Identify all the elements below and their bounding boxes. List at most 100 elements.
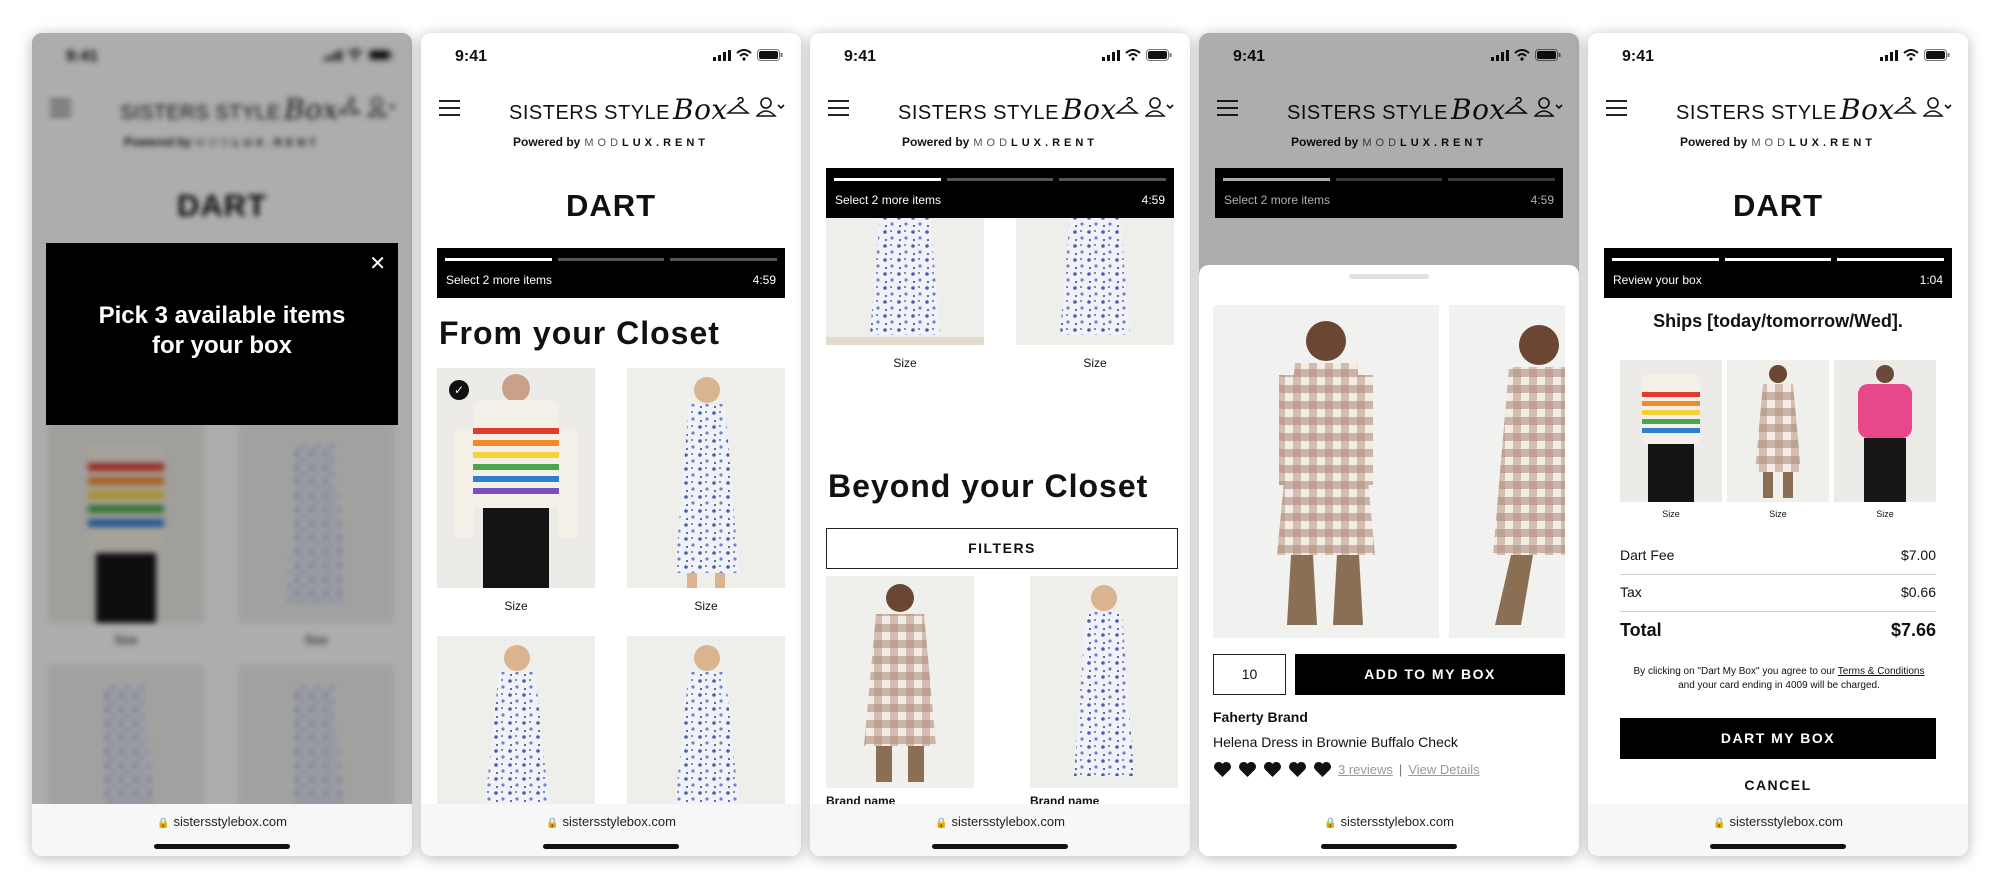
browser-url-bar[interactable]: 🔒 sistersstylebox.com [1588, 804, 1968, 856]
wifi-icon [736, 49, 752, 61]
battery-icon [757, 49, 783, 61]
total-label: Total [1620, 620, 1662, 640]
home-indicator[interactable] [932, 844, 1068, 849]
terms-suffix: and your card ending in 4009 will be cha… [1678, 680, 1880, 691]
modlux-mod: MOD [1751, 137, 1790, 149]
product-card[interactable] [627, 636, 785, 804]
product-card[interactable] [1016, 215, 1174, 345]
heart-icon [1314, 761, 1331, 778]
url-display: 🔒 sistersstylebox.com [32, 814, 412, 829]
checkmark-icon: ✓ [449, 380, 469, 400]
modlux-lux: LUX.RENT [1011, 137, 1099, 149]
lock-icon: 🔒 [935, 818, 948, 829]
menu-icon[interactable] [439, 100, 460, 116]
home-indicator[interactable] [1710, 844, 1846, 849]
fee-value: $0.66 [1900, 584, 1936, 600]
box-item-thumbnail[interactable] [1727, 360, 1829, 502]
filters-button[interactable]: FILTERS [826, 528, 1178, 569]
url-text: sistersstylebox.com [173, 814, 287, 829]
close-icon[interactable]: ✕ [369, 251, 386, 276]
hanger-icon[interactable] [1115, 97, 1139, 117]
browser-url-bar[interactable]: 🔒 sistersstylebox.com [810, 804, 1190, 856]
terms-text: By clicking on "Dart My Box" you agree t… [1630, 665, 1928, 693]
browser-url-bar[interactable]: 🔒 sistersstylebox.com [32, 804, 412, 856]
link-separator: | [1398, 762, 1403, 777]
product-card[interactable] [1030, 576, 1178, 788]
progress-segments [445, 258, 778, 261]
progress-label: Select 2 more items [835, 193, 942, 207]
account-icon[interactable] [1923, 96, 1953, 118]
box-item-thumbnail[interactable] [1620, 360, 1722, 502]
terms-link[interactable]: Terms & Conditions [1838, 666, 1925, 677]
cancel-button[interactable]: CANCEL [1588, 777, 1968, 793]
phone-screen-4: 9:41 SISTERS STYLE Box Powered by MODLUX.R… [1199, 33, 1579, 856]
home-indicator[interactable] [1321, 844, 1457, 849]
account-icon[interactable] [756, 96, 786, 118]
site-logo[interactable]: SISTERS STYLE Box [1676, 93, 1895, 126]
site-logo[interactable]: SISTERS STYLE Box [509, 93, 728, 126]
fee-value: $7.00 [1900, 547, 1936, 563]
url-text: sistersstylebox.com [562, 814, 676, 829]
progress-segment [557, 258, 665, 261]
logo-script: Box [1840, 93, 1895, 126]
fee-row: Dart Fee $7.00 [1620, 547, 1936, 563]
lock-icon: 🔒 [1713, 818, 1726, 829]
progress-timer: 1:04 [1919, 273, 1943, 287]
dress-image [1030, 576, 1178, 788]
dress-image [437, 636, 595, 804]
home-indicator[interactable] [154, 844, 290, 849]
progress-segment [946, 178, 1054, 181]
logo-text: SISTERS STYLE [509, 102, 670, 124]
product-card[interactable] [826, 215, 984, 345]
product-photo-secondary[interactable] [1449, 305, 1565, 638]
screen-content: 9:41 SISTERS STYLE Box Powered by MODLUX.R… [421, 33, 801, 804]
rating-row: 3 reviews | View Details [1213, 761, 1480, 778]
divider [1620, 611, 1936, 612]
dress-image [627, 636, 785, 804]
powered-by: Powered by MODLUX.RENT [421, 135, 801, 149]
product-card[interactable] [437, 636, 595, 804]
site-logo[interactable]: SISTERS STYLE Box [898, 93, 1117, 126]
home-indicator[interactable] [543, 844, 679, 849]
review-progress: Review your box 1:04 [1604, 248, 1952, 298]
dart-logo: DART [1732, 188, 1824, 223]
reviews-link[interactable]: 3 reviews [1338, 762, 1393, 777]
menu-icon[interactable] [828, 100, 849, 116]
signal-icon [713, 49, 731, 61]
logo-text: SISTERS STYLE [1676, 102, 1837, 124]
lock-icon: 🔒 [546, 818, 559, 829]
product-photo-main[interactable] [1213, 305, 1439, 638]
account-icon[interactable] [1145, 96, 1175, 118]
product-card[interactable] [627, 368, 785, 588]
size-caption: Size [504, 599, 528, 613]
hanger-icon[interactable] [726, 97, 750, 117]
heart-icon [1239, 761, 1256, 778]
menu-icon[interactable] [1606, 100, 1627, 116]
browser-url-bar[interactable]: 🔒 sistersstylebox.com [421, 804, 801, 856]
site-header: SISTERS STYLE Box [421, 88, 801, 128]
product-card-selected[interactable]: ✓ [437, 368, 595, 588]
logo-script: Box [673, 93, 728, 126]
status-icons [1880, 49, 1950, 61]
add-to-box-button[interactable]: ADD TO MY BOX [1295, 654, 1565, 695]
phone-screen-3: 9:41 SISTERS STYLE Box Powered by MODLUX.R… [810, 33, 1190, 856]
fee-label: Dart Fee [1620, 547, 1675, 563]
status-bar: 9:41 [421, 46, 801, 66]
progress-segments [1612, 258, 1945, 261]
browser-url-bar[interactable]: 🔒 sistersstylebox.com [1199, 804, 1579, 856]
wifi-icon [1125, 49, 1141, 61]
product-card[interactable] [826, 576, 974, 788]
dart-my-box-button[interactable]: DART MY BOX [1620, 718, 1936, 759]
product-brand: Faherty Brand [1213, 709, 1308, 725]
sweater-image [437, 368, 595, 588]
dress-image [826, 215, 984, 345]
sheet-grab-handle[interactable] [1349, 274, 1429, 279]
view-details-link[interactable]: View Details [1408, 762, 1479, 777]
url-text: sistersstylebox.com [951, 814, 1065, 829]
quantity-field[interactable]: 10 [1213, 654, 1286, 695]
logo-script: Box [1062, 93, 1117, 126]
hanger-icon[interactable] [1893, 97, 1917, 117]
box-item-thumbnail[interactable] [1834, 360, 1936, 502]
status-bar: 9:41 [810, 46, 1190, 66]
size-caption: Size [1083, 356, 1107, 370]
